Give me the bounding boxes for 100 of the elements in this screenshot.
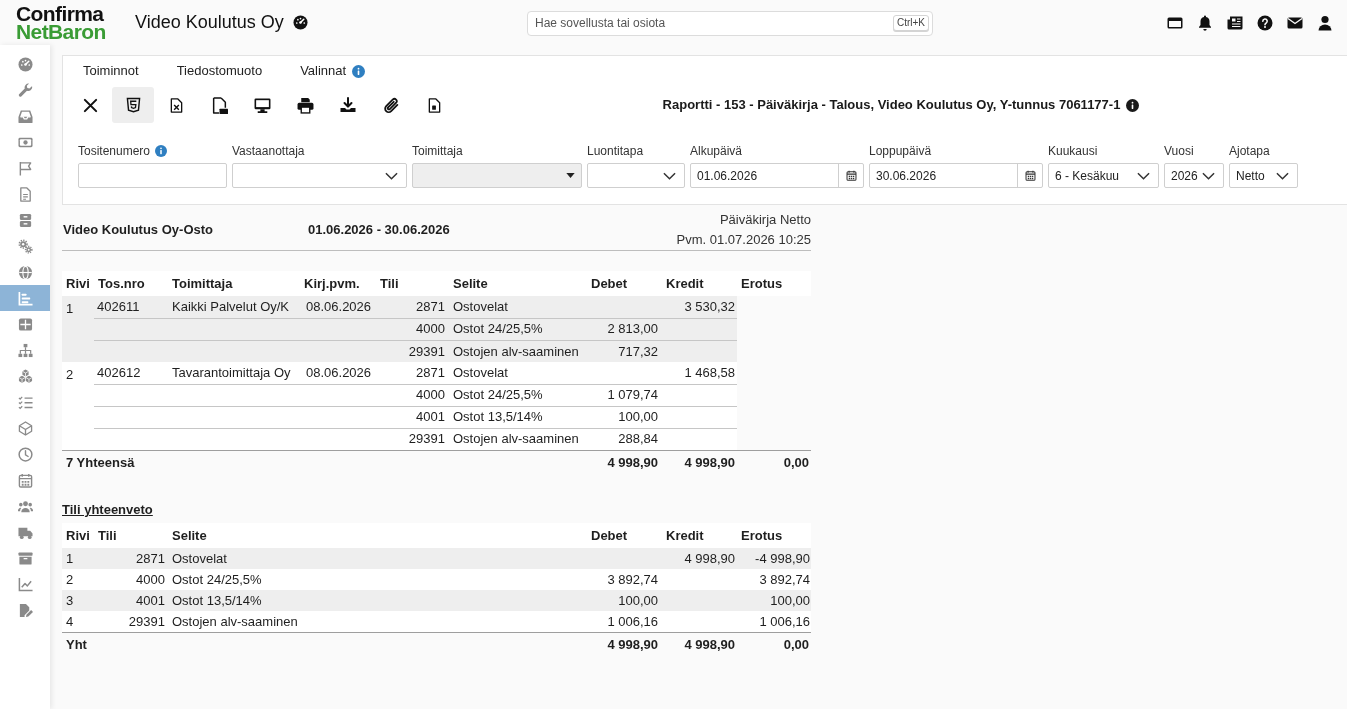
table-cell: 1 079,74 xyxy=(587,384,662,406)
table-cell: 4 998,90 xyxy=(662,450,737,475)
info-icon[interactable] xyxy=(1126,98,1140,112)
sidebar-item[interactable] xyxy=(0,285,50,311)
table-cell: 2 813,00 xyxy=(587,318,662,340)
table-cell: Ostot 13,5/14% xyxy=(168,590,587,611)
users-icon xyxy=(17,498,33,514)
grid-icon xyxy=(17,316,33,332)
calendar-icon xyxy=(17,472,33,488)
table-cell: Ostovelat xyxy=(168,548,587,569)
field-label: Vastaanottaja xyxy=(232,143,305,160)
table-cell: 402611 xyxy=(94,296,168,318)
table-cell: Ostojen alv-saaminen xyxy=(168,611,587,632)
line-chart-icon xyxy=(17,576,33,592)
x-document-icon xyxy=(168,96,184,114)
report-title: Raportti - 153 - Päiväkirja - Talous, Video Koulutus Oy, Y-tunnus 7061177-1 xyxy=(662,96,1121,115)
select-field[interactable] xyxy=(232,163,407,188)
table-cell: Tavarantoimittaja Oy xyxy=(168,362,300,384)
cube-icon xyxy=(17,420,33,436)
select-field[interactable] xyxy=(587,163,685,188)
calendar-icon[interactable] xyxy=(845,170,857,181)
date-field[interactable]: 30.06.2026 xyxy=(869,163,1043,188)
table-cell: 0,00 xyxy=(737,632,811,657)
table-cell: Ostot 24/25,5% xyxy=(449,384,587,406)
column-header: Rivi xyxy=(62,271,94,296)
user-icon[interactable] xyxy=(1317,14,1333,31)
column-header: Debet xyxy=(587,271,662,296)
report-period: 01.06.2026 - 30.06.2026 xyxy=(308,221,450,240)
close-icon xyxy=(82,97,98,113)
clock-icon xyxy=(17,446,33,462)
table-cell: 4001 xyxy=(376,406,449,428)
menu-item[interactable]: Toiminnot xyxy=(83,61,139,81)
table-cell: 1 468,58 xyxy=(662,362,737,384)
chevron-down-icon xyxy=(1276,171,1289,180)
table-cell: 29391 xyxy=(94,611,168,632)
shortcut-hint: Ctrl+K xyxy=(892,15,929,31)
table-cell: 29391 xyxy=(376,428,449,450)
column-header: Rivi xyxy=(62,523,94,548)
chevron-down-icon xyxy=(663,171,676,180)
caret-down-icon xyxy=(566,173,575,178)
newspaper-icon[interactable] xyxy=(1227,14,1243,31)
monitor-icon xyxy=(253,96,271,114)
report-name: Päiväkirja Netto xyxy=(719,211,811,229)
table-cell: 7 Yhteensä xyxy=(62,450,587,475)
table-cell: 4000 xyxy=(376,318,449,340)
sitemap-icon xyxy=(17,342,33,358)
column-header: Kredit xyxy=(662,271,737,296)
table-cell: Ostot 24/25,5% xyxy=(449,318,587,340)
table-cell: 4000 xyxy=(94,569,168,590)
document-icon xyxy=(17,186,33,202)
table-cell: Kaikki Palvelut Oy/K xyxy=(168,296,300,318)
table-cell: 100,00 xyxy=(737,590,811,611)
table-cell: -4 998,90 xyxy=(737,548,811,569)
gauge-icon[interactable] xyxy=(292,15,308,30)
report-timestamp: Pvm. 01.07.2026 10:25 xyxy=(676,231,811,249)
gauge-icon xyxy=(17,56,33,72)
inbox-icon xyxy=(17,108,33,124)
bar-chart-icon xyxy=(17,290,33,306)
paperclip-icon xyxy=(382,96,400,114)
document-icon xyxy=(426,96,442,114)
table-cell: Yht xyxy=(62,632,587,657)
field-label: Vuosi xyxy=(1164,143,1194,160)
table-cell: 2871 xyxy=(94,548,168,569)
table-cell: 4000 xyxy=(376,384,449,406)
select-field[interactable]: 2026 xyxy=(1164,163,1224,188)
table-cell: 717,32 xyxy=(587,340,662,362)
table-cell: 4 998,90 xyxy=(587,450,662,475)
select-field[interactable]: Netto xyxy=(1229,163,1298,188)
table-cell: 402612 xyxy=(94,362,168,384)
table-cell: 4 998,90 xyxy=(587,632,662,657)
table-cell: 3 892,74 xyxy=(737,569,811,590)
wrench-icon xyxy=(17,82,33,98)
table-cell: 2871 xyxy=(376,362,449,384)
help-icon[interactable] xyxy=(1257,14,1273,31)
text-field[interactable] xyxy=(78,163,227,188)
table-cell: 4001 xyxy=(94,590,168,611)
date-field[interactable]: 01.06.2026 xyxy=(690,163,864,188)
table-cell: 0,00 xyxy=(737,450,811,475)
bell-icon[interactable] xyxy=(1197,14,1213,31)
toolbar-button[interactable] xyxy=(112,87,154,123)
table-cell: Ostojen alv-saaminen xyxy=(449,428,587,450)
calendar-icon[interactable] xyxy=(1024,170,1036,181)
section-title: Tili yhteenveto xyxy=(62,501,153,520)
shield-icon xyxy=(125,97,141,113)
globe-icon xyxy=(17,264,33,280)
column-header: Toimittaja xyxy=(168,271,300,296)
drawers-icon xyxy=(17,212,33,228)
menu-item[interactable]: Valinnat xyxy=(300,61,347,81)
table-cell: 08.06.2026 xyxy=(300,362,376,384)
table-cell: 1 xyxy=(62,296,94,362)
table-cell: 29391 xyxy=(376,340,449,362)
column-header: Tili xyxy=(376,271,449,296)
menu-item[interactable]: Tiedostomuoto xyxy=(176,61,263,81)
table-cell: Ostot 24/25,5% xyxy=(168,569,587,590)
table-cell: 4 998,90 xyxy=(662,632,737,657)
column-header: Kredit xyxy=(662,523,737,548)
field-label: Ajotapa xyxy=(1229,143,1270,160)
chevron-down-icon xyxy=(1137,171,1150,180)
document-badge-icon xyxy=(210,95,228,115)
select-field[interactable]: 6 - Kesäkuu xyxy=(1048,163,1159,188)
